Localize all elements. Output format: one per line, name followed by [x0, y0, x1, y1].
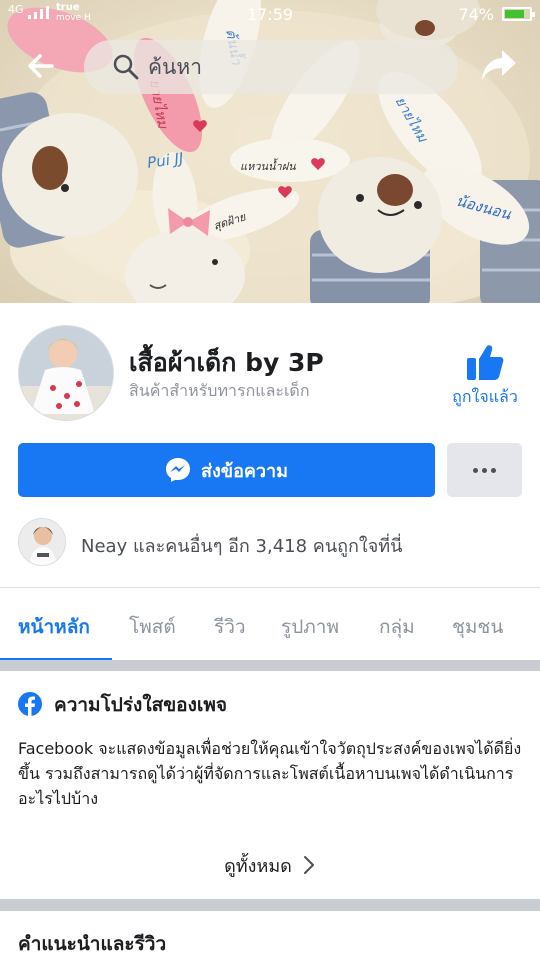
send-message-button[interactable]: ส่งข้อความ — [18, 443, 435, 497]
friend-avatar-image — [19, 519, 65, 565]
more-options-button[interactable] — [447, 443, 522, 497]
page-tabs: หน้าหลัก โพสต์ รีวิว รูปภาพ กลุ่ม ชุมชน — [0, 587, 540, 661]
arrow-left-icon — [28, 54, 54, 78]
more-dots-icon — [482, 467, 487, 473]
share-arrow-icon — [482, 50, 516, 80]
search-bar[interactable] — [84, 40, 458, 94]
page-profile-section: เสื้อผ้าเด็ก by 3P สินค้าสำหรับทารกและเด… — [0, 303, 540, 587]
tab-photos[interactable]: รูปภาพ — [281, 612, 339, 642]
svg-text:แหวนน้ำฝน: แหวนน้ำฝน — [240, 158, 296, 173]
tab-community[interactable]: ชุมชน — [452, 612, 503, 642]
battery-percent: 74% — [458, 5, 494, 24]
tab-reviews[interactable]: รีวิว — [214, 612, 246, 642]
liked-button[interactable]: ถูกใจแล้ว — [442, 343, 528, 415]
chevron-right-icon — [303, 856, 314, 874]
messenger-icon — [165, 458, 190, 482]
page-transparency-card: ความโปร่งใสของเพจ Facebook จะแสดงข้อมูลเ… — [0, 671, 540, 899]
thumbs-up-icon — [467, 345, 504, 380]
back-button[interactable] — [22, 46, 62, 86]
battery-icon — [502, 7, 535, 21]
reviews-section-title: คำแนะนำและรีวิว — [18, 933, 167, 955]
section-divider — [0, 899, 540, 911]
battery-fill — [505, 10, 525, 18]
page-avatar[interactable] — [18, 325, 114, 421]
transparency-body: Facebook จะแสดงข้อมูลเพื่อช่วยให้คุณเข้า… — [18, 739, 522, 808]
facebook-icon — [18, 692, 42, 716]
friend-avatar[interactable] — [18, 518, 66, 566]
liked-label: ถูกใจแล้ว — [452, 387, 518, 406]
status-bar: 4G true move H 17:59 74% — [0, 0, 540, 28]
top-bar — [0, 32, 540, 100]
share-button[interactable] — [478, 44, 520, 86]
transparency-title: ความโปร่งใสของเพจ — [54, 694, 228, 716]
see-all-button[interactable]: ดูทั้งหมด — [0, 851, 540, 880]
more-dots-icon — [491, 467, 496, 473]
search-input[interactable] — [148, 50, 438, 84]
search-icon — [113, 54, 139, 80]
tab-home[interactable]: หน้าหลัก — [18, 612, 90, 642]
tab-posts[interactable]: โพสต์ — [129, 612, 176, 642]
more-dots-icon — [473, 467, 478, 473]
tab-groups[interactable]: กลุ่ม — [379, 612, 415, 642]
send-message-label: ส่งข้อความ — [200, 460, 288, 482]
section-divider — [0, 660, 540, 671]
page-avatar-image — [19, 326, 113, 420]
page-category: สินค้าสำหรับทารกและเด็ก — [129, 381, 310, 400]
see-all-label: ดูทั้งหมด — [224, 856, 292, 877]
page-title: เสื้อผ้าเด็ก by 3P — [129, 348, 324, 377]
likes-summary[interactable]: Neay และคนอื่นๆ อีก 3,418 คนถูกใจที่นี่ — [81, 531, 402, 560]
